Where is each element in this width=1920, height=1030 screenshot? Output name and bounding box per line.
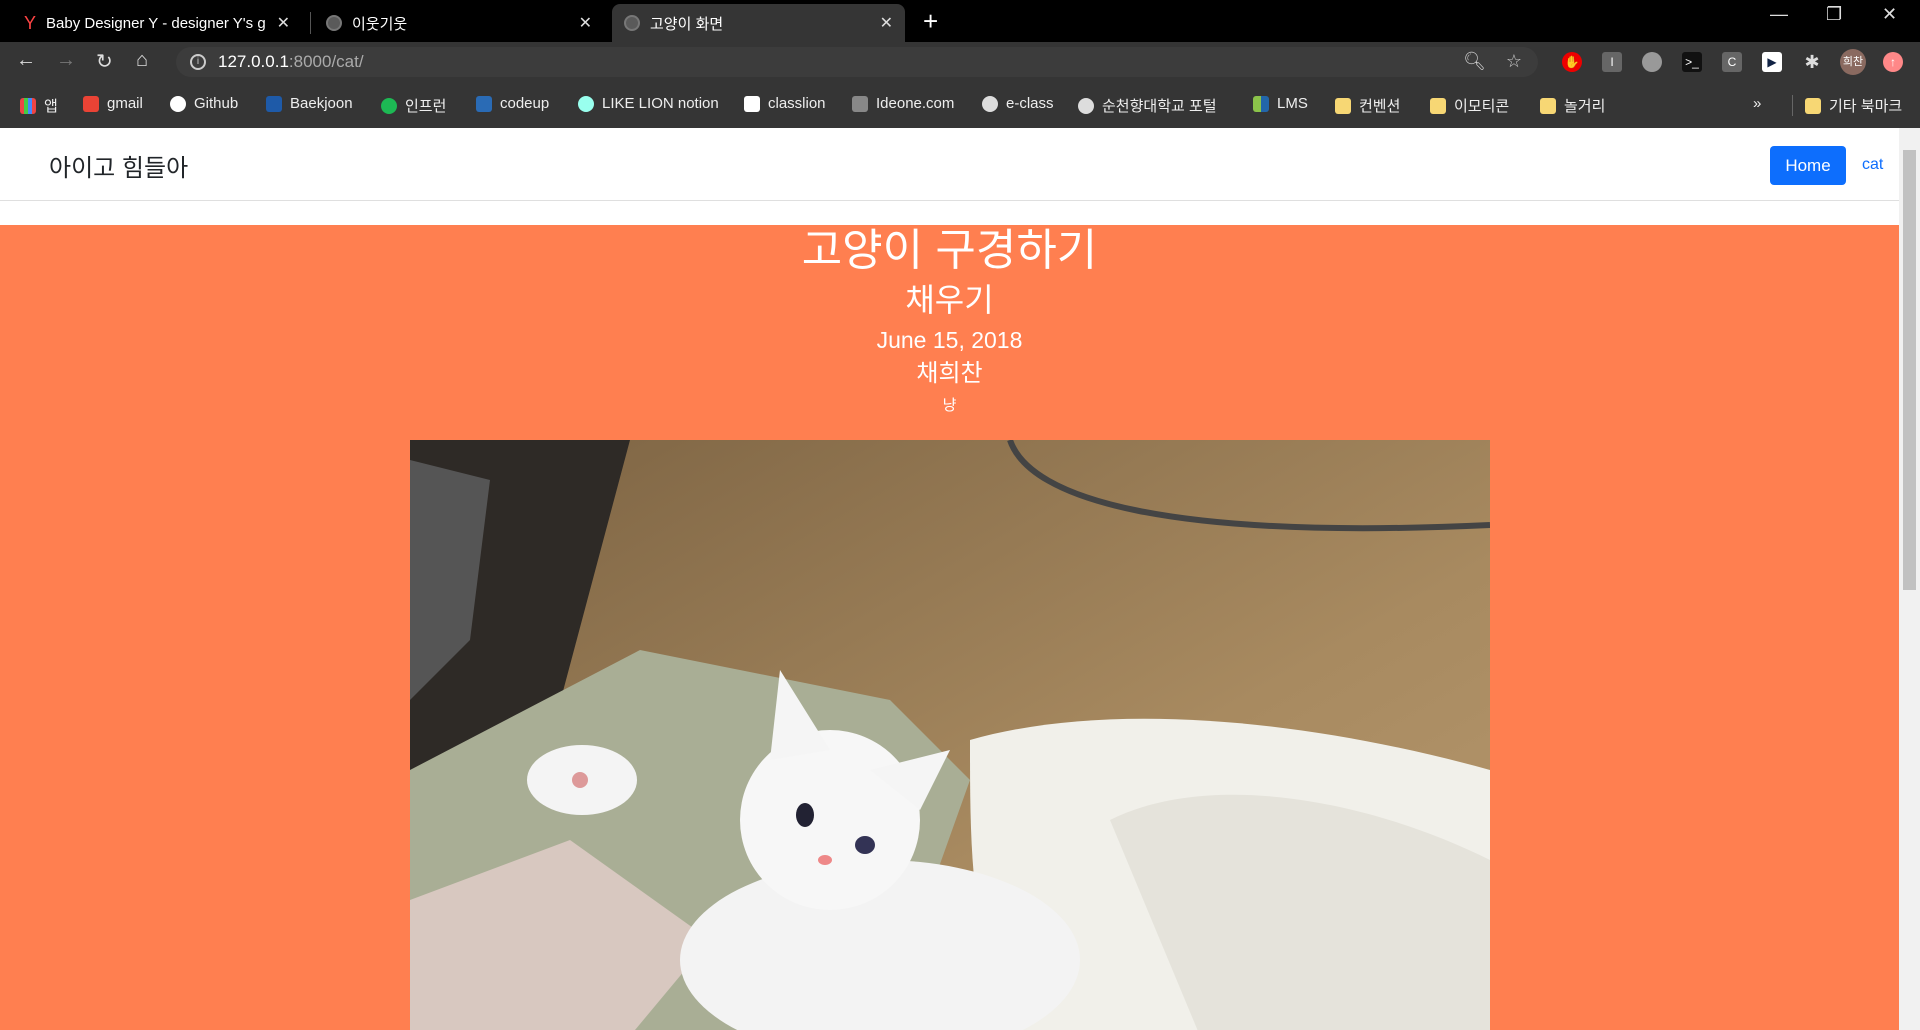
post-subtitle: 채우기 [905,282,994,318]
address-bar[interactable]: i 127.0.0.1:8000/cat/ 🔍︎ ☆ [176,47,1538,77]
baekjoon-icon [266,95,282,112]
lms-icon [1253,95,1269,112]
globe-icon [1078,97,1094,114]
tab-title: Baby Designer Y - designer Y's g [46,14,266,32]
globe-icon [982,95,998,112]
bookmark-sch-portal[interactable]: 순천향대학교 포털 [1078,95,1217,116]
tab-neighbors[interactable]: 이웃기웃 ✕ [314,4,604,42]
site-brand[interactable]: 아이고 힘들아 [49,148,188,183]
post-text: 냥 [942,397,957,414]
bookmark-eclass[interactable]: e-class [982,95,1054,112]
globe-icon [326,15,342,31]
bookmark-likelion-notion[interactable]: LIKE LION notion [578,95,719,112]
terminal-extension-icon[interactable]: >_ [1682,52,1702,72]
bookmark-lms[interactable]: LMS [1253,95,1308,112]
close-tab-icon[interactable]: ✕ [880,13,893,33]
folder-icon [1805,97,1821,114]
y-logo-icon: Y [24,12,37,33]
bookmark-apps[interactable]: 앱 [20,95,58,116]
tab-cat-screen[interactable]: 고양이 화면 ✕ [612,4,905,42]
bookmarks-bar: 앱 gmail Github Baekjoon 인프런 codeup LIKE … [0,82,1920,128]
apps-grid-icon [20,97,36,114]
other-bookmarks-folder[interactable]: 기타 북마크 [1792,95,1902,116]
bookmark-baekjoon[interactable]: Baekjoon [266,95,353,112]
globe-icon [624,15,640,31]
folder-icon [1335,97,1351,114]
back-button[interactable]: ← [16,49,36,72]
post-date: June 15, 2018 [876,327,1023,353]
folder-icon [1540,97,1556,114]
extension-i-icon[interactable]: I [1602,52,1622,72]
forward-button[interactable]: → [56,49,76,72]
minimize-button[interactable]: — [1770,4,1788,25]
browser-toolbar: ← → ↻ ⌂ i 127.0.0.1:8000/cat/ 🔍︎ ☆ ✋ I >_… [0,42,1920,82]
home-button[interactable]: ⌂ [136,49,148,72]
cat-nav-link[interactable]: cat [1862,156,1883,174]
globe-extension-icon[interactable] [1642,52,1662,72]
site-navbar: 아이고 힘들아 Home cat [0,128,1899,201]
tab-separator [310,12,311,34]
scrollbar-thumb[interactable] [1903,150,1916,590]
github-icon [170,95,186,112]
tab-bar: Y Baby Designer Y - designer Y's g ✕ 이웃기… [0,0,1920,42]
vertical-scrollbar[interactable] [1899,128,1920,1030]
tab-title: 고양이 화면 [650,15,724,33]
bookmark-folder-fun[interactable]: 놀거리 [1540,95,1605,116]
info-icon[interactable]: i [190,54,206,70]
post-author: 채희찬 [916,360,983,387]
likelion-icon [578,95,594,112]
video-extension-icon[interactable]: ▶ [1762,52,1782,72]
classlion-icon [744,95,760,112]
bookmark-ideone[interactable]: Ideone.com [852,95,954,112]
update-icon[interactable]: ↑ [1883,52,1903,72]
bookmark-folder-convention[interactable]: 컨벤션 [1335,95,1400,116]
reload-button[interactable]: ↻ [96,49,113,74]
url-host: 127.0.0.1 [218,52,289,71]
bookmark-gmail[interactable]: gmail [83,95,143,112]
codeup-icon [476,95,492,112]
bookmark-classlion[interactable]: classlion [744,95,826,112]
close-tab-icon[interactable]: ✕ [579,13,592,33]
close-window-button[interactable]: ✕ [1882,4,1897,25]
cat-photo [410,440,1490,1030]
close-tab-icon[interactable]: ✕ [277,13,290,33]
bookmark-codeup[interactable]: codeup [476,95,549,112]
bookmarks-overflow-button[interactable]: » [1753,95,1761,112]
web-page: 아이고 힘들아 Home cat 고양이 구경하기 채우기 June 15, 2… [0,128,1899,1030]
inflearn-icon [381,97,397,114]
post-section: 고양이 구경하기 채우기 June 15, 2018 채희찬 냥 [0,225,1899,1030]
new-tab-button[interactable]: + [923,6,938,37]
tab-title: 이웃기웃 [352,15,408,33]
zoom-icon[interactable]: 🔍︎ [1463,51,1486,72]
ideone-icon [852,95,868,112]
tab-baby-designer[interactable]: Y Baby Designer Y - designer Y's g ✕ [12,4,302,42]
home-nav-button[interactable]: Home [1770,146,1846,185]
restore-button[interactable]: ❐ [1826,4,1842,25]
gmail-icon [83,95,99,112]
adblock-extension-icon[interactable]: ✋ [1562,52,1582,72]
star-icon[interactable]: ☆ [1506,51,1522,72]
puzzle-extensions-icon[interactable]: ✱ [1802,52,1822,72]
url-path: :8000/cat/ [288,52,364,71]
extension-c-icon[interactable]: C [1722,52,1742,72]
bookmark-github[interactable]: Github [170,95,238,112]
post-title: 고양이 구경하기 [801,226,1098,275]
folder-icon [1430,97,1446,114]
profile-avatar[interactable]: 희찬 [1840,49,1866,75]
bookmark-inflearn[interactable]: 인프런 [381,95,446,116]
bookmark-folder-emoticon[interactable]: 이모티콘 [1430,95,1509,116]
